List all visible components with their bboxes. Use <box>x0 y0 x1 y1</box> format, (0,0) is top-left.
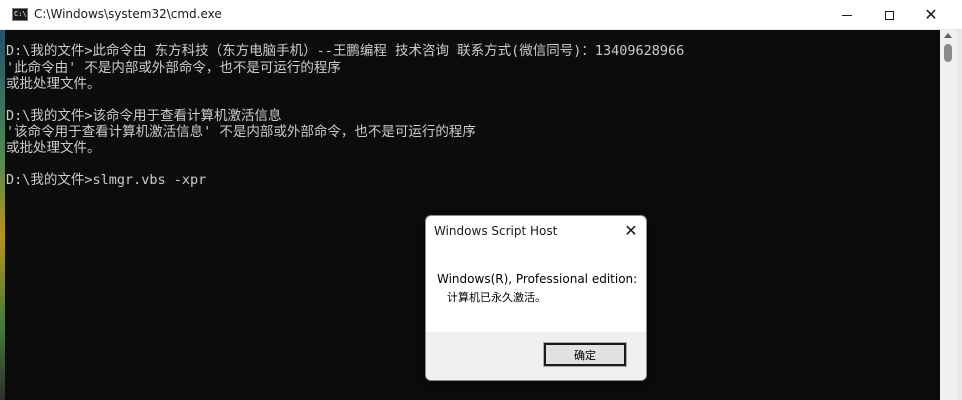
console-line: D:\我的文件>此命令由 东方科技（东方电脑手机）--王鹏编程 技术咨询 联系方… <box>6 43 685 59</box>
console-line: '该命令用于查看计算机激活信息' 不是内部或外部命令，也不是可运行的程序 <box>6 124 476 140</box>
dialog-title: Windows Script Host <box>434 224 558 238</box>
close-icon: ✕ <box>624 220 638 240</box>
maximize-icon <box>884 10 894 20</box>
scroll-up-arrow-icon[interactable] <box>944 33 952 38</box>
console-line: D:\我的文件>slmgr.vbs -xpr <box>6 172 207 188</box>
close-icon: ✕ <box>924 5 938 24</box>
cmd-window: C:\ C:\Windows\system32\cmd.exe ✕ D:\我的文… <box>0 0 962 400</box>
title-bar[interactable]: C:\ C:\Windows\system32\cmd.exe ✕ <box>0 0 962 30</box>
vertical-scrollbar[interactable] <box>940 30 957 400</box>
close-button[interactable]: ✕ <box>908 0 954 30</box>
minimize-button[interactable] <box>824 0 870 30</box>
script-host-dialog: Windows Script Host ✕ Windows(R), Profes… <box>425 215 647 381</box>
window-title: C:\Windows\system32\cmd.exe <box>34 7 222 21</box>
minimize-icon <box>842 14 852 16</box>
scroll-thumb[interactable] <box>944 44 952 62</box>
console-line: '此命令由' 不是内部或外部命令，也不是可运行的程序 <box>6 60 341 76</box>
ok-button[interactable]: 确定 <box>543 342 627 367</box>
console-line: 或批处理文件。 <box>6 76 101 92</box>
console-line: 或批处理文件。 <box>6 140 101 156</box>
dialog-message-edition: Windows(R), Professional edition: <box>437 272 638 286</box>
maximize-button[interactable] <box>866 0 912 30</box>
background-window-edge <box>0 30 5 400</box>
background-window-edge-right <box>957 30 962 400</box>
console-line: D:\我的文件>该命令用于查看计算机激活信息 <box>6 108 282 124</box>
cmd-icon: C:\ <box>12 8 28 21</box>
dialog-footer: 确定 <box>426 332 646 380</box>
dialog-message-status: 计算机已永久激活。 <box>447 291 546 304</box>
dialog-close-button[interactable]: ✕ <box>618 218 644 242</box>
